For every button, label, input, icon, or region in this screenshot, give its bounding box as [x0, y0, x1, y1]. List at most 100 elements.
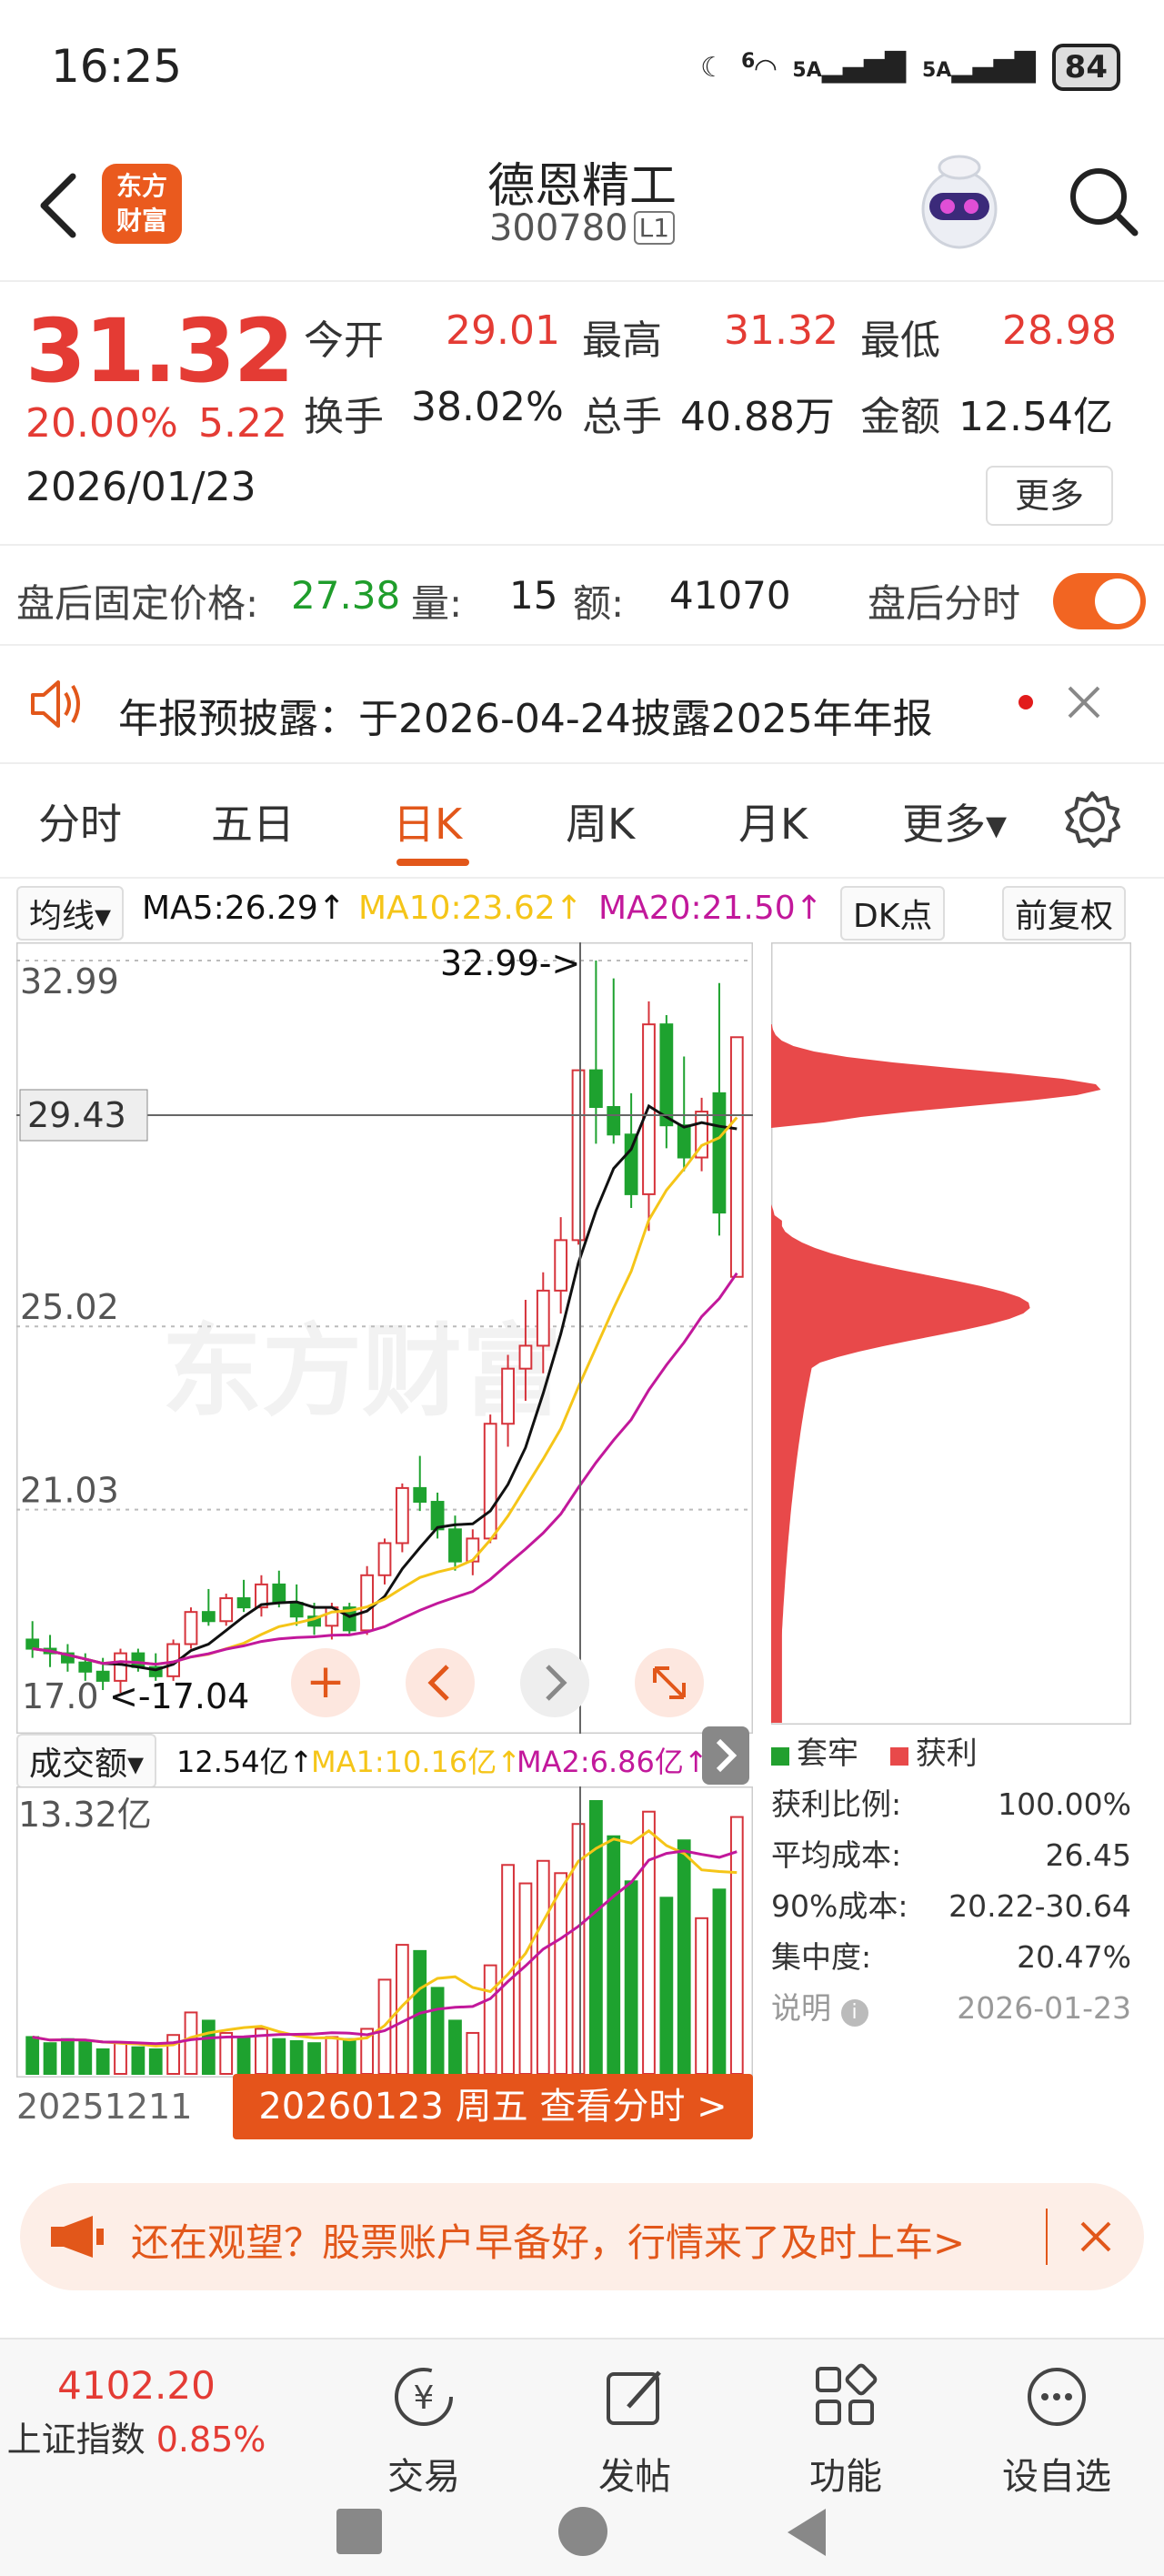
close-icon[interactable]: [1079, 2219, 1113, 2254]
expand-panel-button[interactable]: [702, 1726, 749, 1785]
candle-body: [95, 1670, 110, 1682]
kline-chart[interactable]: 东方财富 32.99 25.02 21.03 29.43 32.99-> <-17.…: [15, 941, 1131, 1735]
search-icon: [1070, 168, 1139, 236]
amount-value: 12.54亿: [958, 394, 1113, 440]
after-hours-vol: 15: [509, 573, 558, 618]
ad-banner[interactable]: 还在观望？股票账户早备好，行情来了及时上车>: [20, 2183, 1144, 2290]
trade-yen-icon: ¥: [395, 2368, 453, 2426]
volume-bar: [25, 2036, 40, 2076]
functions-button[interactable]: 功能: [755, 2361, 937, 2500]
candle-body: [536, 1289, 550, 1347]
index-widget[interactable]: 4102.20 上证指数 0.85%: [0, 2363, 273, 2461]
volume-bar: [307, 2042, 321, 2075]
settings-gear-icon[interactable]: [1062, 790, 1122, 850]
indicator-selector[interactable]: 均线▾: [16, 886, 125, 941]
tab-five-day[interactable]: 五日: [211, 791, 295, 851]
ma20-value: MA20:21.50↑: [598, 890, 823, 927]
level-tag: L1: [633, 211, 676, 245]
kline-y-tick-label: 21.03: [20, 1471, 119, 1511]
tab-weekly-k[interactable]: 周K: [566, 791, 635, 851]
signal1-label: 5A: [792, 58, 822, 82]
volume-bar: [729, 1816, 744, 2075]
dk-point-button[interactable]: DK点: [840, 886, 946, 941]
tab-intraday[interactable]: 分时: [38, 791, 122, 851]
tab-more[interactable]: 更多▾: [902, 791, 1007, 851]
after-hours-price: 27.38: [291, 573, 401, 618]
tab-monthly-k[interactable]: 月K: [738, 791, 808, 851]
candle-body: [413, 1486, 427, 1504]
nav-bar: 东方 财富 德恩精工 300780 L1: [0, 136, 1164, 282]
ma-legend-row: 均线▾ MA5:26.29↑ MA10:23.62↑ MA20:21.50↑ D…: [0, 879, 1164, 942]
low-label: 最低: [860, 317, 940, 364]
close-icon[interactable]: [1066, 684, 1102, 720]
index-name-row: 上证指数 0.85%: [6, 2420, 266, 2460]
post-button[interactable]: 发帖: [544, 2361, 726, 2500]
candle-body: [272, 1583, 286, 1605]
open-label: 今开: [304, 317, 384, 364]
quote-date: 2026/01/23: [25, 464, 256, 510]
more-dots-icon: [1028, 2368, 1086, 2426]
stat-profit-ratio: 获利比例: 100.00%: [771, 1779, 1131, 1830]
volume-bar: [659, 1897, 674, 2075]
stat-value: 26.45: [1045, 1837, 1131, 1873]
volume-bar: [712, 1888, 727, 2075]
candle-body: [448, 1528, 462, 1563]
volume-indicator-selector[interactable]: 成交额▾: [16, 1734, 157, 1788]
volume-bar: [289, 2039, 304, 2075]
recent-apps-button[interactable]: [336, 2509, 382, 2554]
grid-functions-icon: [816, 2363, 878, 2425]
candle-body: [360, 1574, 375, 1632]
ad-divider: [1046, 2209, 1048, 2265]
candle-body: [483, 1423, 497, 1540]
battery-icon: 84: [1051, 44, 1120, 91]
candle-body: [571, 1069, 586, 1242]
candle-body: [430, 1501, 445, 1531]
info-icon: i: [840, 1999, 868, 2027]
after-hours-price-label: 盘后固定价格:: [16, 581, 259, 626]
legend-profit-swatch: [889, 1747, 908, 1766]
volume-ma2-value: MA2:6.86亿↑: [517, 1745, 708, 1779]
volume-bar: [642, 1810, 656, 2076]
stat-note[interactable]: 说明 i 2026-01-23: [771, 1983, 1131, 2034]
home-button[interactable]: [558, 2507, 607, 2556]
candle-body: [501, 1367, 515, 1425]
kline-svg[interactable]: 东方财富 32.9925.0221.03 29.43 32.99-> <-17.…: [15, 941, 1131, 1735]
search-button[interactable]: [1062, 155, 1144, 246]
chip-distribution-chart[interactable]: [770, 941, 1132, 1726]
candle-body: [131, 1652, 146, 1668]
scroll-right-button[interactable]: [520, 1648, 589, 1717]
legend-trapped-swatch: [771, 1747, 789, 1766]
volume-chart[interactable]: 13.32亿: [15, 1786, 754, 2078]
adjust-mode-button[interactable]: 前复权: [1002, 886, 1127, 941]
back-triangle-icon[interactable]: [784, 2507, 829, 2558]
last-price: 31.32: [25, 300, 295, 402]
candle-body: [184, 1611, 198, 1645]
notice-bar[interactable]: 年报预披露：于2026-04-24披露2025年年报: [0, 646, 1164, 764]
volume-value: 40.88万: [680, 394, 835, 440]
candle-body: [395, 1486, 409, 1545]
volume-bar: [131, 2046, 146, 2076]
legend-trapped-label: 套牢: [797, 1736, 858, 1772]
volume-bar: [430, 1987, 445, 2076]
watchlist-button[interactable]: 设自选: [966, 2361, 1148, 2500]
kline-y-tick-label: 32.99: [20, 961, 119, 1001]
volume-bar: [624, 1880, 638, 2076]
more-quote-button[interactable]: 更多: [986, 466, 1113, 526]
candle-body: [588, 1069, 603, 1108]
candle-body: [236, 1597, 251, 1609]
trade-button[interactable]: ¥ 交易: [333, 2361, 515, 2500]
status-bar: 16:25 ☾ 6◠ 5A▂▄▆█ 5A▂▄▆█ 84: [0, 0, 1164, 136]
active-tab-underline: [396, 859, 469, 866]
tab-daily-k[interactable]: 日K: [393, 791, 462, 851]
svg-text:¥: ¥: [414, 2380, 435, 2417]
chart-start-date: 20251211: [16, 2087, 193, 2127]
candle-body: [219, 1597, 234, 1623]
kline-y-tick-label: 25.02: [20, 1287, 119, 1327]
after-hours-toggle[interactable]: [1053, 573, 1146, 629]
speaker-icon: [31, 680, 80, 728]
scroll-left-button[interactable]: [406, 1648, 475, 1717]
assistant-robot-icon[interactable]: [909, 146, 1009, 255]
view-intraday-button[interactable]: 20260123 周五 查看分时 >: [233, 2074, 753, 2139]
candle-body: [729, 1036, 744, 1278]
candle-body: [25, 1638, 40, 1650]
